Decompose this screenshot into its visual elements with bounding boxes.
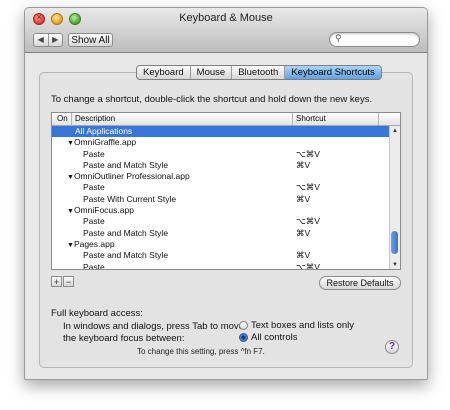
column-divider (378, 113, 379, 125)
table-row[interactable]: Paste With Current Style ⌘V (52, 194, 390, 205)
restore-defaults-button[interactable]: Restore Defaults (319, 276, 401, 290)
keyboard-access-description: In windows and dialogs, press Tab to mov… (63, 321, 244, 332)
table-row[interactable]: Paste ⌥⌘V (52, 216, 390, 227)
table-row[interactable]: Paste and Match Style ⌘V (52, 160, 390, 171)
table-row[interactable]: Paste and Match Style ⌘V (52, 250, 390, 261)
radio-all-controls[interactable] (239, 333, 248, 342)
search-input[interactable] (346, 34, 414, 45)
radio-text-boxes-and-lists[interactable] (239, 321, 248, 330)
row-description-text: Paste and Match Style (83, 227, 169, 238)
row-shortcut[interactable]: ⌥⌘V (296, 262, 320, 269)
row-description-text: OmniGraffle.app (73, 137, 137, 148)
tab-bar: Keyboard Mouse Bluetooth Keyboard Shortc… (136, 65, 382, 80)
row-description-text: Paste (83, 148, 105, 159)
table-row[interactable]: Paste and Match Style ⌘V (52, 228, 390, 239)
scroll-thumb[interactable] (391, 231, 398, 254)
tab-bluetooth[interactable]: Bluetooth (232, 66, 286, 79)
table-row[interactable]: Paste ⌥⌘V (52, 261, 390, 270)
column-header-description[interactable]: Description (75, 114, 115, 123)
row-description: Paste (83, 182, 105, 193)
row-description-text: OmniFocus.app (73, 205, 134, 216)
row-description-text: Paste (83, 261, 105, 270)
row-description: Paste and Match Style (83, 228, 168, 239)
row-description: Paste (83, 149, 105, 160)
vertical-scrollbar[interactable]: ▲ ▼ (389, 126, 400, 269)
disclosure-triangle-icon[interactable]: ▼ (67, 208, 74, 215)
keyboard-access-title: Full keyboard access: (51, 308, 143, 319)
row-description: Paste and Match Style (83, 250, 168, 261)
row-shortcut[interactable]: ⌥⌘V (296, 182, 320, 193)
row-description: Paste With Current Style (83, 194, 176, 205)
row-description: Paste (83, 261, 105, 270)
column-divider (71, 113, 72, 125)
preferences-window: × Keyboard & Mouse ◀ ▶ Show All ⚲ Keyboa… (24, 7, 428, 380)
table-row[interactable]: ▼OmniFocus.app (52, 205, 390, 216)
back-arrow-icon[interactable]: ◀ (34, 34, 49, 46)
table-row[interactable]: Paste ⌥⌘V (52, 149, 390, 160)
row-description: All Applications (75, 126, 132, 137)
row-shortcut[interactable]: ⌥⌘V (296, 149, 320, 160)
radio-label-all-controls[interactable]: All controls (251, 332, 297, 343)
search-field[interactable]: ⚲ (329, 32, 420, 47)
scroll-down-icon[interactable]: ▼ (390, 262, 400, 268)
column-header-shortcut[interactable]: Shortcut (296, 114, 326, 123)
title-bar: × Keyboard & Mouse ◀ ▶ Show All ⚲ (25, 8, 427, 53)
search-icon: ⚲ (335, 33, 342, 43)
disclosure-triangle-icon[interactable]: ▼ (67, 242, 74, 249)
table-row[interactable]: All Applications (52, 126, 390, 138)
row-description: Paste (83, 216, 105, 227)
table-row[interactable]: ▼OmniGraffle.app (52, 137, 390, 148)
add-button[interactable]: + (51, 276, 62, 287)
show-all-button[interactable]: Show All (68, 33, 113, 47)
column-header-on[interactable]: On (57, 114, 68, 123)
keyboard-access-description: the keyboard focus between: (63, 333, 185, 344)
table-rows: All Applications ▼OmniGraffle.app Paste ⌥⌘V… (52, 126, 390, 270)
window-title: Keyboard & Mouse (179, 12, 273, 24)
tab-keyboard[interactable]: Keyboard (137, 66, 191, 79)
table-row[interactable]: ▼Pages.app (52, 239, 390, 250)
row-shortcut[interactable]: ⌘V (296, 160, 310, 171)
row-description-text: Paste (83, 182, 105, 193)
row-description-text: Paste and Match Style (83, 159, 169, 170)
radio-label-text-boxes[interactable]: Text boxes and lists only (251, 320, 354, 331)
shortcuts-table: On Description Shortcut All Applications… (51, 112, 401, 270)
row-description-text: Paste With Current Style (83, 193, 177, 204)
row-shortcut[interactable]: ⌘V (296, 250, 310, 261)
remove-button[interactable]: − (63, 276, 74, 287)
tab-mouse[interactable]: Mouse (191, 66, 233, 79)
row-description-text: Pages.app (73, 238, 115, 249)
row-description-text: Paste and Match Style (83, 250, 169, 261)
keyboard-access-hint: To change this setting, press ^fn F7. (137, 347, 265, 356)
help-button[interactable]: ? (385, 340, 399, 354)
scroll-up-icon[interactable]: ▲ (390, 128, 400, 134)
nav-back-forward: ◀ ▶ (33, 33, 63, 47)
disclosure-triangle-icon[interactable]: ▼ (67, 140, 74, 147)
row-description-text: All Applications (75, 126, 133, 136)
row-shortcut[interactable]: ⌘V (296, 194, 310, 205)
row-shortcut[interactable]: ⌥⌘V (296, 216, 320, 227)
tab-keyboard-shortcuts[interactable]: Keyboard Shortcuts (285, 66, 381, 79)
instructions-text: To change a shortcut, double-click the s… (51, 94, 373, 105)
column-divider (292, 113, 293, 125)
table-row[interactable]: ▼OmniOutliner Professional.app (52, 171, 390, 182)
row-description-text: OmniOutliner Professional.app (73, 171, 190, 182)
row-description: Paste and Match Style (83, 160, 168, 171)
table-row[interactable]: Paste ⌥⌘V (52, 182, 390, 193)
forward-arrow-icon[interactable]: ▶ (49, 34, 63, 46)
row-description-text: Paste (83, 216, 105, 227)
table-header: On Description Shortcut (52, 113, 400, 126)
disclosure-triangle-icon[interactable]: ▼ (67, 174, 74, 181)
row-shortcut[interactable]: ⌘V (296, 228, 310, 239)
